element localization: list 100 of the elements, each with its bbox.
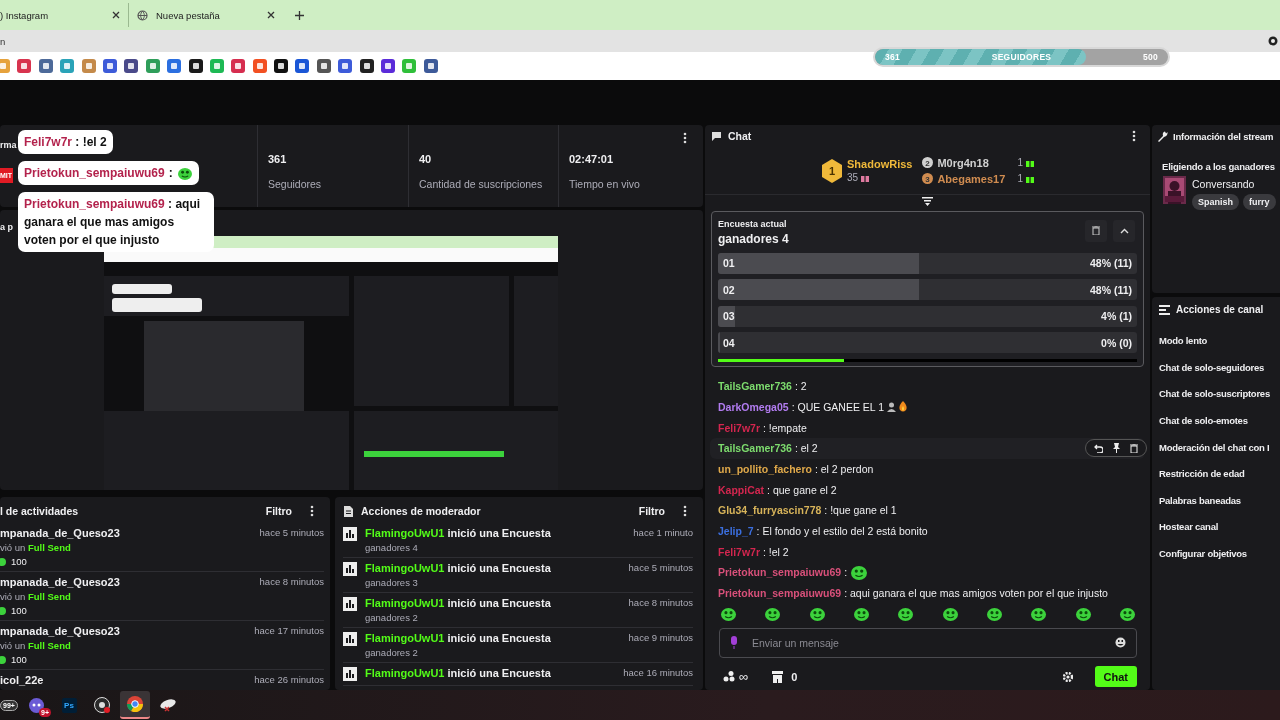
channel-action[interactable]: Moderación del chat con I <box>1159 434 1280 461</box>
leaderboard-user: Abegames17 <box>937 172 1007 185</box>
option-label: 03 <box>723 310 735 323</box>
delete-button[interactable] <box>1085 219 1107 242</box>
gift-icon <box>1026 174 1034 183</box>
stat-label: Cantidad de suscripciones <box>419 178 544 190</box>
poll-icon <box>343 597 357 611</box>
moderator-action: FlamingoUwU1 inició una Encuesta <box>365 632 552 644</box>
filter-button[interactable]: Filtro <box>638 505 665 517</box>
actions-icon <box>1159 304 1170 315</box>
gift-icon <box>1026 158 1034 167</box>
channel-action[interactable]: Hostear canal <box>1159 514 1280 541</box>
bookmark-icon[interactable] <box>359 59 374 73</box>
emote-icon <box>1074 605 1092 623</box>
address-field[interactable]: n <box>0 35 6 47</box>
channel-action[interactable]: Modo lento <box>1159 328 1280 355</box>
taskbar-app[interactable] <box>120 691 150 719</box>
chat-username: un_pollito_fachero <box>718 461 812 476</box>
bookmark-icon[interactable] <box>316 59 331 73</box>
bookmark-icon[interactable] <box>188 59 203 73</box>
stream-tag[interactable]: furry <box>1243 194 1276 210</box>
chat-username: Jelip_7 <box>718 524 754 538</box>
undo-icon[interactable] <box>1094 443 1103 453</box>
chat-message-row[interactable]: TailsGamer736 : el 2 <box>710 437 1145 459</box>
channel-action[interactable]: Chat de solo-suscriptores <box>1159 381 1280 408</box>
chat-message: : !el 2 <box>763 544 789 559</box>
channel-action[interactable]: Configurar objetivos <box>1159 540 1280 568</box>
stat-value: 40 <box>419 153 433 165</box>
bookmark-icon[interactable] <box>423 59 438 73</box>
chat-username: Prietokun_sempaiuwu69 <box>718 565 842 580</box>
panel-title: a p <box>0 222 13 232</box>
more-icon[interactable] <box>310 505 314 517</box>
more-icon[interactable] <box>1132 130 1136 143</box>
filter-icon[interactable] <box>922 197 933 207</box>
bookmark-icon[interactable] <box>381 59 396 73</box>
emote-icon <box>720 605 737 623</box>
browser-app-icon <box>127 696 143 712</box>
more-icon[interactable] <box>683 505 687 517</box>
emoji-icon[interactable] <box>1115 637 1126 649</box>
action-time: hace 16 minutos <box>623 667 693 678</box>
gift-icon <box>861 173 870 182</box>
close-icon[interactable] <box>267 11 275 19</box>
emote-icon <box>808 605 826 623</box>
activity-time: hace 5 minutos <box>259 527 324 540</box>
browser-tab[interactable]: ) Instagram <box>0 3 128 27</box>
microphone-icon[interactable] <box>730 636 738 650</box>
chat-icon <box>711 131 722 141</box>
channel-action[interactable]: Chat de solo-seguidores <box>1159 354 1280 382</box>
new-tab-icon[interactable] <box>295 10 304 20</box>
filter-button[interactable]: Filtro <box>265 505 292 517</box>
emote-icon <box>985 605 1003 623</box>
taskbar-app[interactable]: Ps <box>54 691 84 719</box>
bookmark-icon[interactable] <box>295 59 310 73</box>
channel-action[interactable]: Restricción de edad <box>1159 460 1280 488</box>
gift-count: 1 <box>1017 173 1023 185</box>
chat-message: Prietokun_sempaiuwu69 : aqui ganara el que mas amigos voten por el que injusto <box>24 197 201 247</box>
option-label: 02 <box>723 283 735 296</box>
chat-message: : 2 <box>794 379 807 394</box>
channel-action[interactable]: Palabras baneadas <box>1159 487 1280 515</box>
chat-message: : que gane el 2 <box>767 482 837 497</box>
gift-count: 35 <box>847 172 859 184</box>
chat-send-button[interactable]: Chat <box>1094 666 1137 688</box>
leaderboard-user: ShadowRiss <box>847 158 913 171</box>
panel-title: Acciones de canal <box>1176 304 1264 315</box>
emote-icon <box>850 563 869 582</box>
rank-badge: 1 <box>821 158 843 183</box>
close-icon[interactable] <box>112 11 120 19</box>
activity-text: vió un Full Send <box>0 591 72 602</box>
browser-tab[interactable]: Nueva pestaña <box>128 3 283 27</box>
store-icon[interactable] <box>772 670 784 683</box>
chat-username: DarkOmega05 <box>718 399 789 414</box>
option-result: 0% (0) <box>1101 336 1132 349</box>
more-icon[interactable] <box>683 132 687 144</box>
message-field[interactable]: Enviar un mensaje <box>719 628 1137 658</box>
channel-action[interactable]: Chat de solo-emotes <box>1159 407 1280 435</box>
emote-icon <box>176 165 193 181</box>
chat-username: Feli7w7r <box>718 420 761 435</box>
poll-label: Encuesta actual <box>718 218 788 229</box>
trash-icon[interactable] <box>1130 443 1138 453</box>
message-input[interactable]: Enviar un mensaje <box>750 635 1103 650</box>
action-detail: ganadores 4 <box>365 542 419 553</box>
moderator-action: FlamingoUwU1 inició una Encuesta <box>365 527 552 539</box>
chat-message: : <box>844 565 848 580</box>
pin-icon[interactable] <box>1113 443 1120 454</box>
profile-icon[interactable] <box>1268 36 1278 46</box>
chat-message: : el 2 <box>794 441 818 456</box>
collapse-button[interactable] <box>1113 219 1135 242</box>
category-name: Conversando <box>1192 178 1256 190</box>
option-result: 48% (11) <box>1089 283 1132 296</box>
settings-icon[interactable] <box>1062 671 1073 682</box>
rank-badge: 3 <box>922 173 934 185</box>
activity-amount: 100 <box>11 605 27 616</box>
points-icon[interactable] <box>723 671 735 683</box>
bookmark-icon[interactable] <box>274 59 289 73</box>
chat-username: Glu34_furryascin778 <box>718 503 822 518</box>
bookmark-icon[interactable] <box>124 59 139 73</box>
action-detail: ganadores 2 <box>365 612 419 623</box>
action-time: hace 8 minutos <box>628 597 693 608</box>
stream-tag[interactable]: Spanish <box>1192 194 1239 210</box>
tool-app-icon <box>159 698 177 712</box>
